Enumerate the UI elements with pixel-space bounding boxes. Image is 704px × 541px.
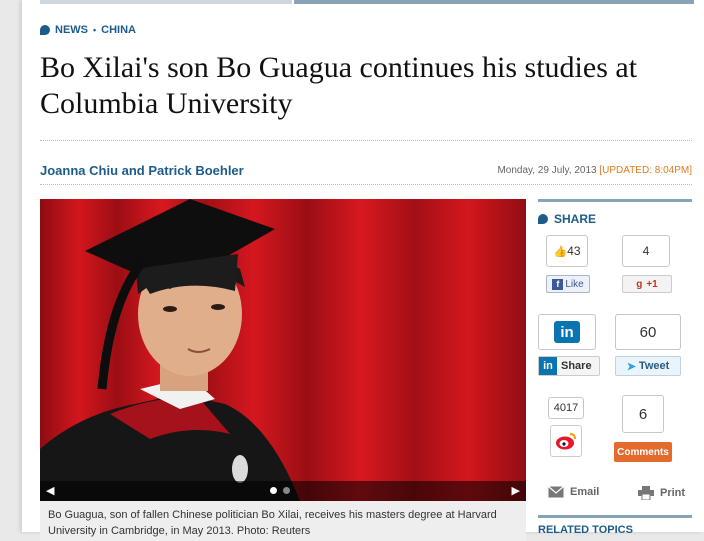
divider: [40, 140, 692, 141]
updated-time: [UPDATED: 8:04PM]: [599, 165, 692, 176]
email-label: Email: [570, 486, 600, 498]
linkedin-small-icon: in: [539, 357, 557, 375]
twitter-count: 60: [615, 314, 681, 350]
gplus-label: +1: [646, 278, 658, 290]
article-photo[interactable]: ◀ ▶: [40, 199, 526, 501]
linkedin-share-button[interactable]: in Share: [538, 356, 600, 376]
gplus-button[interactable]: g +1: [622, 275, 672, 293]
page-title: Bo Xilai's son Bo Guagua continues his s…: [40, 51, 638, 120]
tweet-button[interactable]: ➤ Tweet: [615, 356, 681, 376]
facebook-like-label: Like: [565, 278, 584, 290]
next-arrow-icon[interactable]: ▶: [512, 484, 520, 497]
article-page: NEWS • CHINA Bo Xilai's son Bo Guagua co…: [22, 0, 704, 541]
breadcrumb-news[interactable]: NEWS: [55, 24, 88, 36]
top-rule-left: [40, 0, 292, 4]
facebook-icon: f: [552, 278, 564, 290]
gallery-nav-bar: ◀ ▶: [40, 481, 526, 501]
linkedin-share-label: Share: [561, 360, 592, 372]
comments-count: 6: [622, 395, 664, 433]
print-link[interactable]: Print: [638, 486, 685, 500]
speech-bubble-icon: [538, 214, 548, 224]
speech-bubble-icon: [40, 25, 50, 35]
comments-button[interactable]: Comments: [614, 442, 672, 462]
printer-icon: [638, 486, 654, 500]
gplus-count: 4: [622, 235, 670, 267]
gallery-dot[interactable]: [283, 487, 290, 494]
thumbs-up-icon: 👍: [553, 245, 568, 258]
linkedin-logo-box: in: [538, 314, 596, 350]
facebook-count-value: 43: [567, 244, 581, 258]
breadcrumb-china[interactable]: CHINA: [101, 24, 136, 36]
facebook-like-button[interactable]: f Like: [546, 275, 590, 293]
gallery-dots: [270, 487, 290, 494]
twitter-bird-icon: ➤: [626, 360, 636, 373]
related-topics-heading: RELATED TOPICS: [538, 515, 692, 536]
byline[interactable]: Joanna Chiu and Patrick Boehler: [40, 163, 244, 178]
date-text: Monday, 29 July, 2013: [497, 165, 597, 176]
publish-date: Monday, 29 July, 2013 [UPDATED: 8:04PM]: [497, 165, 692, 176]
facebook-count: 👍 43: [546, 235, 588, 267]
prev-arrow-icon[interactable]: ◀: [46, 484, 54, 497]
photo-caption: Bo Guagua, son of fallen Chinese politic…: [40, 501, 526, 541]
graduate-photo: [40, 199, 526, 501]
divider: [40, 184, 692, 185]
print-label: Print: [660, 487, 686, 499]
top-rule-right: [294, 0, 694, 4]
envelope-icon: [548, 486, 564, 498]
breadcrumb-separator: •: [93, 25, 97, 35]
breadcrumb: NEWS • CHINA: [40, 24, 136, 36]
share-title: SHARE: [554, 212, 597, 226]
email-link[interactable]: Email: [548, 486, 599, 498]
weibo-button[interactable]: [550, 425, 582, 457]
weibo-count: 4017: [548, 397, 584, 419]
gallery-dot-active[interactable]: [270, 487, 277, 494]
gplus-icon: g: [636, 278, 643, 290]
tweet-label: Tweet: [638, 360, 670, 372]
share-panel: SHARE 👍 43 f Like 4 g +1 in in Share 60 ➤…: [538, 199, 692, 536]
share-heading: SHARE: [538, 212, 692, 226]
weibo-icon: [556, 433, 576, 450]
share-top-rule: [538, 199, 692, 202]
linkedin-icon: in: [554, 321, 580, 343]
